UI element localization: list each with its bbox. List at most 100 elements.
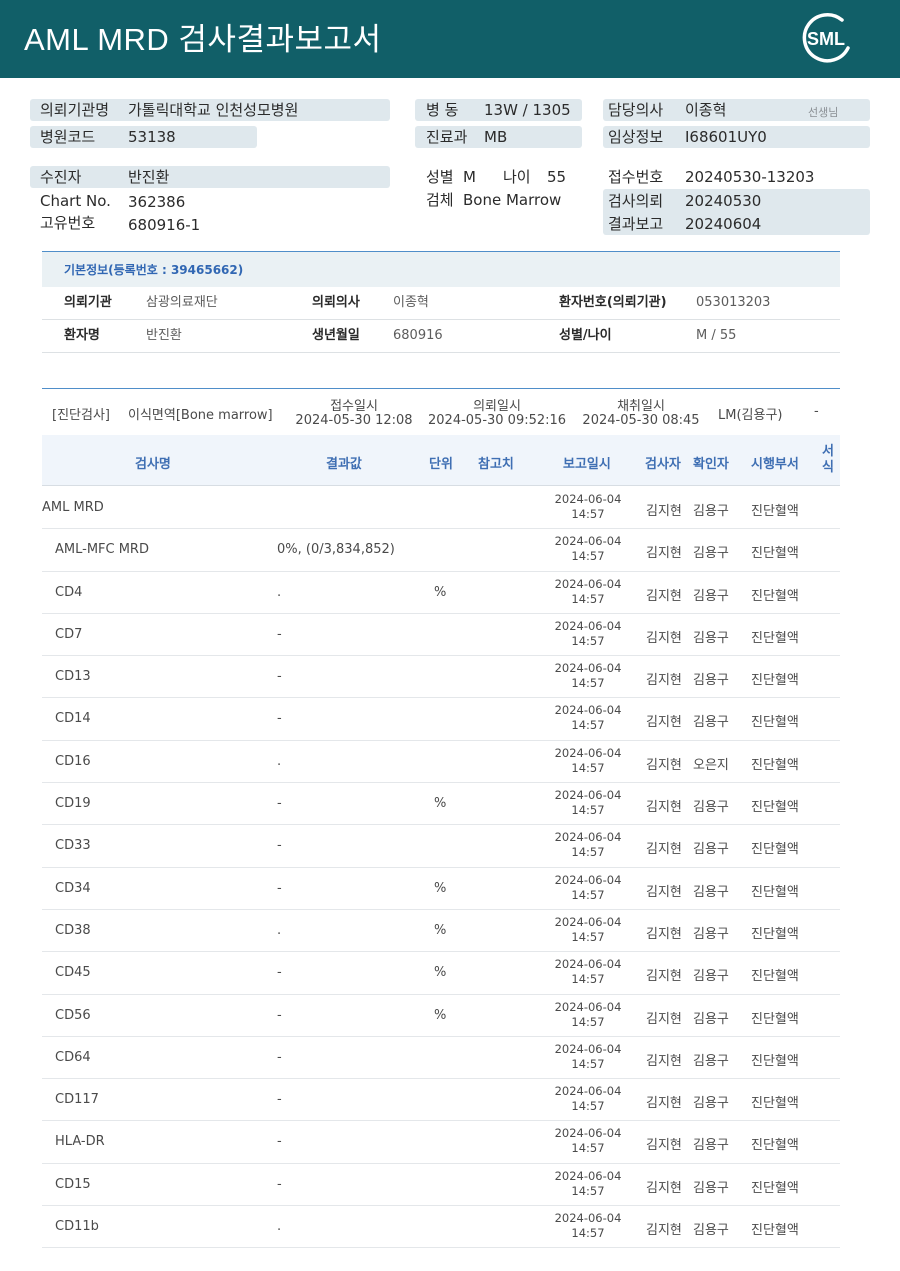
confirmer-name: 김용구	[693, 1180, 729, 1196]
report-time: 14:57	[571, 591, 605, 606]
test-name: CD38	[55, 922, 91, 938]
report-time: 14:57	[571, 718, 605, 733]
request-time: 2024-05-30 09:52:16	[428, 413, 567, 428]
basic-info-title: 기본정보(등록번호 : 39465662)	[64, 263, 244, 277]
report-date: 2024-06-04	[554, 999, 622, 1014]
patient-value: 반진환	[128, 168, 170, 186]
test-name: CD11b	[55, 1219, 99, 1235]
report-date: 2024-06-04	[554, 830, 622, 845]
sml-logo-text: SML	[807, 29, 845, 49]
receipt-label: 접수번호	[608, 168, 664, 186]
report-date: 2024-06-04	[554, 1211, 622, 1226]
tester-name: 김지현	[646, 884, 682, 900]
basic-value: 이종혁	[393, 295, 429, 310]
code-label: 병원코드	[40, 128, 96, 146]
test-name: CD7	[55, 626, 83, 642]
doctor-suffix: 선생님	[808, 106, 839, 119]
report-time: 14:57	[571, 929, 605, 944]
report-title: AML MRD 검사결과보고서	[24, 22, 382, 57]
result-value: -	[277, 626, 282, 642]
report-date: 2024-06-04	[554, 618, 622, 633]
table-row: CD64 - 김지현 김용구 진단혈액 2024-06-04 14:57	[42, 1037, 840, 1080]
report-date: 2024-06-04	[554, 1126, 622, 1141]
tester-name: 김지현	[646, 1011, 682, 1027]
table-row: CD19 -% 김지현 김용구 진단혈액 2024-06-04 14:57	[42, 783, 840, 826]
test-name: AML MRD	[42, 500, 104, 515]
report-time: 14:57	[571, 1183, 605, 1198]
confirmer-name: 김용구	[693, 715, 729, 731]
result-value: -	[277, 1134, 282, 1150]
diagnosis-specimen: 이식면역[Bone marrow]	[128, 408, 273, 423]
confirmer-name: 김용구	[693, 588, 729, 604]
table-row: CD45 -% 김지현 김용구 진단혈액 2024-06-04 14:57	[42, 952, 840, 995]
basic-info-section: 기본정보(등록번호 : 39465662) 의뢰기관 삼광의료재단 의뢰의사 이…	[42, 251, 840, 353]
department-name: 진단혈액	[751, 926, 799, 942]
report-date: 2024-06-04	[554, 872, 622, 887]
test-name: CD14	[55, 711, 91, 727]
report-time: 14:57	[571, 972, 605, 987]
request-label: 검사의뢰	[608, 192, 664, 210]
tester-name: 김지현	[646, 504, 682, 519]
department-name: 진단혈액	[751, 546, 799, 562]
report-time: 14:57	[571, 845, 605, 860]
test-name: CD19	[55, 796, 91, 812]
tester-name: 김지현	[646, 1096, 682, 1112]
test-name: AML-MFC MRD	[55, 542, 149, 558]
confirmer-name: 김용구	[693, 884, 729, 900]
col-department: 시행부서	[751, 457, 799, 472]
basic-value: 053013203	[696, 295, 771, 310]
department-name: 진단혈액	[751, 630, 799, 646]
col-report-time: 보고일시	[563, 457, 611, 472]
result-value: .	[277, 584, 282, 600]
result-value: -	[277, 880, 282, 896]
table-row: CD34 -% 김지현 김용구 진단혈액 2024-06-04 14:57	[42, 868, 840, 910]
confirmer-name: 김용구	[693, 926, 729, 942]
table-row: AML-MFC MRD 0%, (0/3,834,852) 김지현 김용구 진단혈액 20…	[42, 529, 840, 572]
code-value: 53138	[128, 128, 176, 146]
department-name: 진단혈액	[751, 1223, 799, 1239]
department-name: 진단혈액	[751, 842, 799, 858]
report-value: 20240604	[685, 215, 762, 233]
tester-name: 김지현	[646, 546, 682, 562]
ward-value: 13W / 1305	[484, 101, 571, 119]
report-time: 14:57	[571, 633, 605, 648]
report-time: 14:57	[571, 549, 605, 564]
table-row: CD13 - 김지현 김용구 진단혈액 2024-06-04 14:57	[42, 656, 840, 699]
test-name: CD13	[55, 669, 91, 685]
unit-value: %	[434, 880, 447, 896]
table-row: CD14 - 김지현 김용구 진단혈액 2024-06-04 14:57	[42, 698, 840, 741]
col-unit: 단위	[429, 457, 453, 472]
tester-name: 김지현	[646, 842, 682, 858]
basic-key: 환자명	[64, 328, 100, 343]
tester-name: 김지현	[646, 969, 682, 985]
report-datetime: 2024-06-04 14:57	[547, 534, 629, 564]
patient-label: 수진자	[40, 168, 82, 186]
test-name: CD15	[55, 1176, 91, 1192]
confirmer-name: 김용구	[693, 1138, 729, 1154]
report-label: 결과보고	[608, 215, 664, 233]
confirmer-name: 김용구	[693, 1053, 729, 1069]
table-row: CD4.% 김지현 김용구 진단혈액 2024-06-04 14:57	[42, 572, 840, 614]
department-name: 진단혈액	[751, 1011, 799, 1027]
clinical-value: I68601UY0	[685, 128, 767, 146]
test-name: CD4	[55, 584, 83, 600]
dept-value: MB	[484, 128, 508, 146]
confirmer-name: 김용구	[693, 504, 729, 519]
result-value: -	[277, 1007, 282, 1023]
basic-key: 의뢰의사	[312, 295, 360, 310]
table-row: CD117 - 김지현 김용구 진단혈액 2024-06-04 14:57	[42, 1079, 840, 1122]
table-row: CD38.% 김지현 김용구 진단혈액 2024-06-04 14:57	[42, 910, 840, 953]
table-row: AML MRD 김지현 김용구 진단혈액 2024-06-04 14:57	[42, 487, 840, 530]
confirmer-name: 김용구	[693, 1096, 729, 1112]
result-value: -	[277, 965, 282, 981]
hospital-label: 의뢰기관명	[40, 101, 110, 119]
unique-label: 고유번호	[40, 214, 96, 232]
basic-info-header: 기본정보(등록번호 : 39465662)	[42, 251, 840, 287]
report-datetime: 2024-06-04 14:57	[547, 1084, 629, 1114]
report-datetime: 2024-06-04 14:57	[547, 746, 629, 776]
report-date: 2024-06-04	[554, 957, 622, 972]
report-time: 14:57	[571, 1014, 605, 1029]
patient-chip	[30, 166, 390, 188]
report-date: 2024-06-04	[554, 703, 622, 718]
basic-value: 삼광의료재단	[146, 295, 218, 310]
